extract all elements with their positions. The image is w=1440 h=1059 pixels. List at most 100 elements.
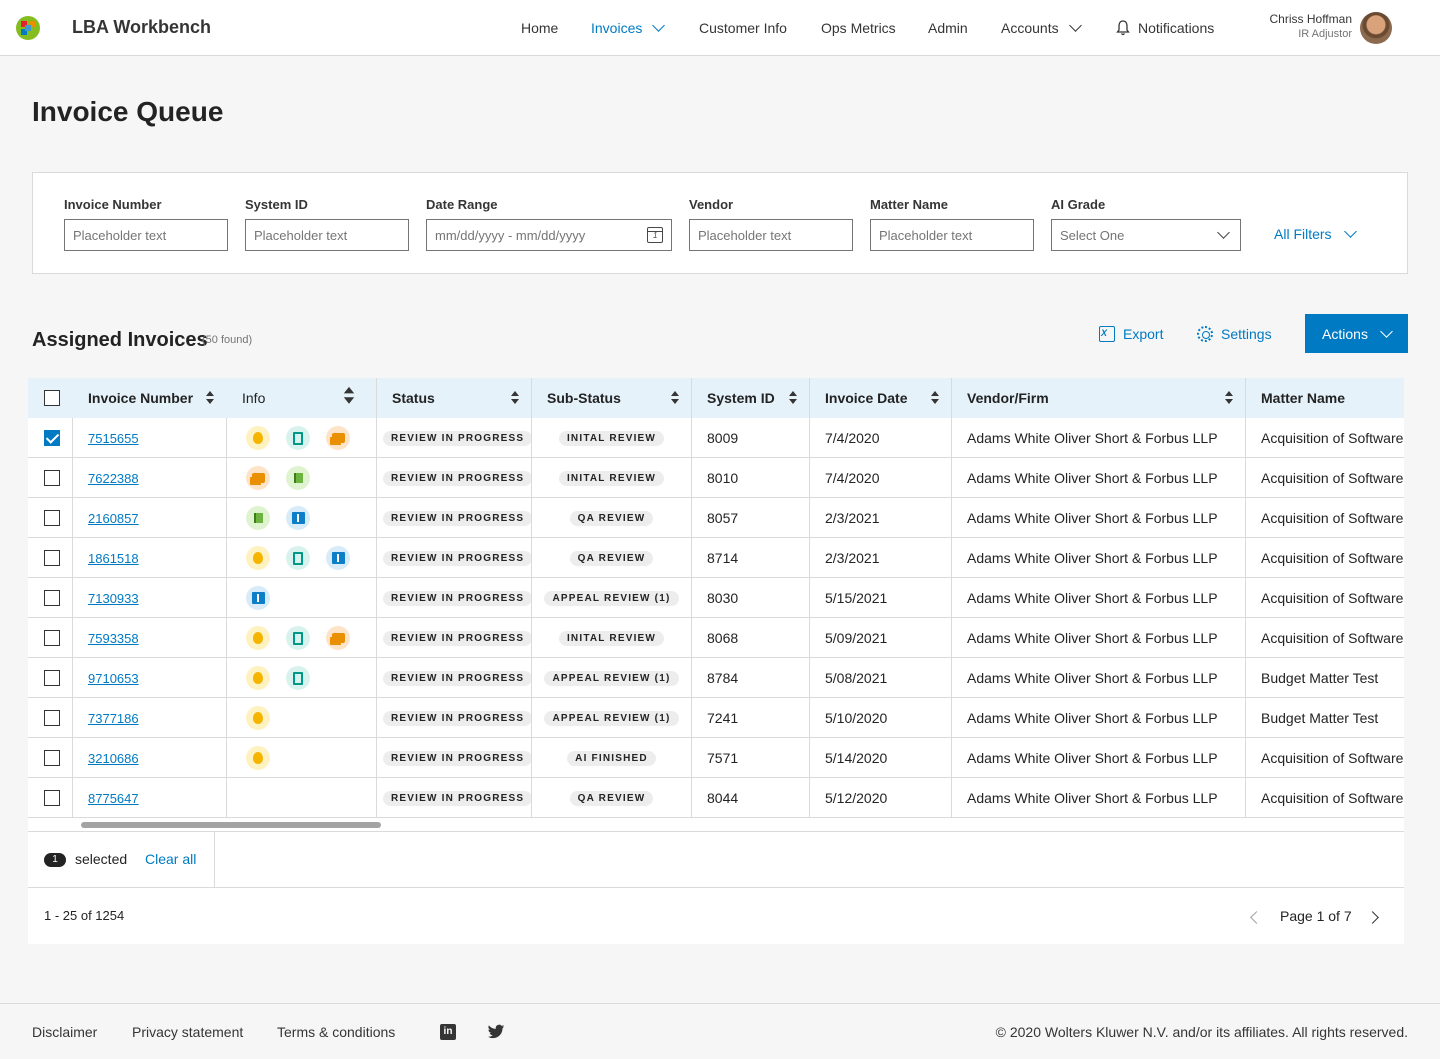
document-icon[interactable]: [286, 626, 310, 650]
flag-icon[interactable]: [246, 506, 270, 530]
wolters-kluwer-logo-icon[interactable]: [15, 15, 41, 41]
sort-icon[interactable]: [343, 386, 355, 405]
sort-icon[interactable]: [1225, 391, 1233, 405]
terms-link[interactable]: Terms & conditions: [277, 1024, 395, 1040]
invoice-number-link[interactable]: 7622388: [88, 471, 139, 486]
nav-customer-info[interactable]: Customer Info: [699, 20, 787, 36]
chat-icon[interactable]: [246, 466, 270, 490]
nav-notifications[interactable]: Notifications: [1116, 20, 1214, 36]
system-id-input[interactable]: Placeholder text: [245, 219, 409, 251]
invoice-number-link[interactable]: 7515655: [88, 431, 139, 446]
sort-icon[interactable]: [789, 391, 797, 405]
scrollbar-thumb[interactable]: [81, 822, 381, 828]
col-system-id[interactable]: System ID: [707, 378, 775, 418]
matter-name-cell: Acquisition of Software: [1261, 630, 1404, 646]
row-checkbox[interactable]: [44, 550, 60, 566]
chevron-right-icon[interactable]: [1366, 911, 1379, 924]
row-checkbox[interactable]: [44, 790, 60, 806]
table-row[interactable]: 7622388 REVIEW IN PROGRESS INITAL REVIEW 80…: [28, 458, 1404, 498]
invoice-number-input[interactable]: Placeholder text: [64, 219, 228, 251]
export-button[interactable]: X Export: [1099, 326, 1163, 342]
row-checkbox[interactable]: [44, 590, 60, 606]
col-matter-name[interactable]: Matter Name: [1261, 378, 1345, 418]
invoice-number-link[interactable]: 7377186: [88, 711, 139, 726]
table-row[interactable]: 3210686 REVIEW IN PROGRESS AI FINISHED 7571…: [28, 738, 1404, 778]
col-status[interactable]: Status: [392, 378, 435, 418]
horizontal-scrollbar[interactable]: [28, 818, 1404, 832]
table-row[interactable]: 7593358 REVIEW IN PROGRESS INITAL REVIEW 80…: [28, 618, 1404, 658]
table-row[interactable]: 7130933 REVIEW IN PROGRESS APPEAL REVIEW (…: [28, 578, 1404, 618]
chevron-left-icon[interactable]: [1250, 911, 1263, 924]
col-vendor-firm[interactable]: Vendor/Firm: [967, 378, 1049, 418]
invoice-number-link[interactable]: 3210686: [88, 751, 139, 766]
invoice-number-link[interactable]: 9710653: [88, 671, 139, 686]
calendar-icon[interactable]: [647, 227, 663, 243]
book-icon[interactable]: [286, 506, 310, 530]
col-sub-status[interactable]: Sub-Status: [547, 378, 621, 418]
table-row[interactable]: 1861518 REVIEW IN PROGRESS QA REVIEW 8714 2/…: [28, 538, 1404, 578]
sort-icon[interactable]: [671, 391, 679, 405]
chat-icon[interactable]: [326, 426, 350, 450]
row-checkbox[interactable]: [44, 470, 60, 486]
money-icon[interactable]: [246, 666, 270, 690]
row-checkbox[interactable]: [44, 630, 60, 646]
money-icon[interactable]: [246, 546, 270, 570]
ai-grade-select[interactable]: Select One: [1051, 219, 1241, 251]
document-icon[interactable]: [286, 546, 310, 570]
invoice-number-link[interactable]: 2160857: [88, 511, 139, 526]
chat-icon[interactable]: [326, 626, 350, 650]
col-vendor-firm-label: Vendor/Firm: [967, 390, 1049, 406]
row-checkbox[interactable]: [44, 750, 60, 766]
money-icon[interactable]: [246, 426, 270, 450]
nav-admin[interactable]: Admin: [928, 20, 968, 36]
row-checkbox[interactable]: [44, 710, 60, 726]
money-icon[interactable]: [246, 626, 270, 650]
money-icon[interactable]: [246, 746, 270, 770]
settings-button[interactable]: Settings: [1197, 326, 1272, 342]
nav-accounts[interactable]: Accounts: [1001, 19, 1082, 36]
table-row[interactable]: 7377186 REVIEW IN PROGRESS APPEAL REVIEW (…: [28, 698, 1404, 738]
twitter-icon[interactable]: [487, 1024, 505, 1040]
sort-icon[interactable]: [931, 391, 939, 405]
select-all-checkbox[interactable]: [44, 390, 60, 406]
row-checkbox[interactable]: [44, 510, 60, 526]
row-checkbox[interactable]: [44, 670, 60, 686]
book-icon[interactable]: [246, 586, 270, 610]
user-info[interactable]: Chriss Hoffman IR Adjustor: [1270, 12, 1352, 40]
date-range-input[interactable]: mm/dd/yyyy - mm/dd/yyyy: [426, 219, 672, 251]
col-info[interactable]: Info: [242, 378, 265, 418]
nav-invoices[interactable]: Invoices: [591, 19, 666, 36]
col-invoice-number[interactable]: Invoice Number: [88, 378, 193, 418]
col-invoice-date[interactable]: Invoice Date: [825, 378, 907, 418]
linkedin-icon[interactable]: in: [440, 1024, 456, 1040]
table-row[interactable]: 7515655 REVIEW IN PROGRESS INITAL REVIEW 80…: [28, 418, 1404, 458]
book-icon[interactable]: [326, 546, 350, 570]
privacy-link[interactable]: Privacy statement: [132, 1024, 243, 1040]
sort-icon[interactable]: [206, 391, 214, 405]
system-id-cell: 7571: [707, 750, 739, 766]
all-filters-button[interactable]: All Filters: [1274, 225, 1357, 242]
matter-name-input[interactable]: Placeholder text: [870, 219, 1034, 251]
invoice-number-link[interactable]: 7593358: [88, 631, 139, 646]
avatar[interactable]: [1360, 12, 1392, 44]
nav-ops-metrics[interactable]: Ops Metrics: [821, 20, 896, 36]
invoice-number-link[interactable]: 8775647: [88, 791, 139, 806]
document-icon[interactable]: [286, 426, 310, 450]
selection-bar: 1 selected Clear all: [28, 832, 1404, 888]
vendor-input[interactable]: Placeholder text: [689, 219, 853, 251]
table-row[interactable]: 9710653 REVIEW IN PROGRESS APPEAL REVIEW (…: [28, 658, 1404, 698]
flag-icon[interactable]: [286, 466, 310, 490]
table-row[interactable]: 8775647 REVIEW IN PROGRESS QA REVIEW 8044 5/…: [28, 778, 1404, 818]
row-checkbox[interactable]: [44, 430, 60, 446]
nav-home[interactable]: Home: [521, 20, 558, 36]
disclaimer-link[interactable]: Disclaimer: [32, 1024, 97, 1040]
app-title[interactable]: LBA Workbench: [72, 17, 211, 38]
money-icon[interactable]: [246, 706, 270, 730]
table-row[interactable]: 2160857 REVIEW IN PROGRESS QA REVIEW 8057 2/…: [28, 498, 1404, 538]
actions-button[interactable]: Actions: [1305, 314, 1408, 353]
sort-icon[interactable]: [511, 391, 519, 405]
document-icon[interactable]: [286, 666, 310, 690]
invoice-number-link[interactable]: 1861518: [88, 551, 139, 566]
clear-all-link[interactable]: Clear all: [145, 851, 196, 867]
invoice-number-link[interactable]: 7130933: [88, 591, 139, 606]
